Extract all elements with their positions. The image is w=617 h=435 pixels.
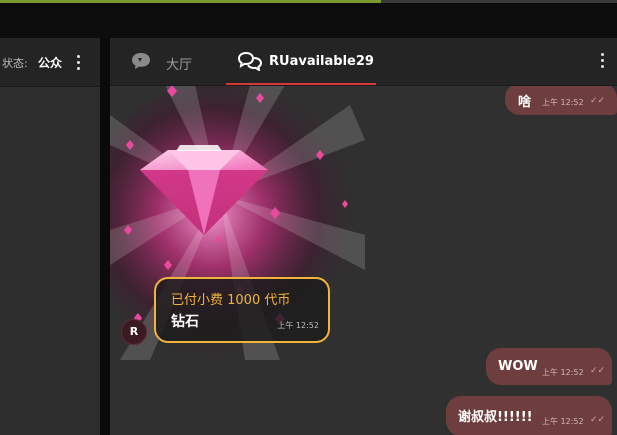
chat-panel: 大厅 RUavailable29 啥 上午 12:52 ✓✓ R 已付小费 10… [110, 38, 617, 435]
tab-private-chat[interactable]: RUavailable29 [226, 38, 376, 85]
message-time: 上午 12:52 [542, 98, 584, 107]
tab-hall[interactable]: 大厅 [130, 38, 222, 85]
message-bubble-outgoing[interactable]: 谢叔叔!!!!!! 上午 12:52 ✓✓ [446, 396, 612, 435]
top-bar [0, 0, 617, 38]
tab-private-chat-label: RUavailable29 [269, 54, 374, 69]
more-options-icon[interactable] [76, 55, 80, 71]
message-bubble-outgoing[interactable]: WOW 上午 12:52 ✓✓ [486, 348, 612, 385]
tip-gift-name: 钻石 [171, 314, 199, 330]
tip-time: 上午 12:52 [277, 321, 319, 330]
read-ticks-icon: ✓✓ [590, 366, 606, 376]
message-time: 上午 12:52 [542, 417, 584, 426]
chat-tabs: 大厅 RUavailable29 [110, 38, 617, 86]
message-text: 啥 [518, 95, 532, 110]
tip-notification-card: 已付小费 1000 代币 钻石 上午 12:52 [154, 277, 330, 343]
two-chat-bubbles-icon [237, 51, 263, 71]
sender-avatar[interactable]: R [121, 319, 147, 345]
status-label: 状态: [2, 57, 28, 70]
progress-track [381, 0, 617, 3]
read-ticks-icon: ✓✓ [590, 415, 606, 425]
panel-divider[interactable] [100, 38, 110, 435]
chat-more-options-icon[interactable] [600, 53, 604, 69]
active-tab-indicator [226, 83, 376, 85]
progress-fill [0, 0, 381, 3]
message-text: 谢叔叔!!!!!! [458, 410, 533, 425]
left-panel-header: 状态: 公众 [0, 38, 100, 87]
tab-hall-label: 大厅 [166, 58, 193, 73]
tip-amount-text: 已付小费 1000 代币 [171, 293, 291, 308]
read-ticks-icon: ✓✓ [590, 96, 606, 106]
message-time: 上午 12:52 [542, 368, 584, 377]
chat-bubble-icon [132, 53, 150, 69]
message-text: WOW [498, 359, 538, 374]
message-bubble-outgoing[interactable]: 啥 上午 12:52 ✓✓ [505, 83, 617, 115]
left-panel: 状态: 公众 [0, 38, 100, 435]
status-value[interactable]: 公众 [38, 54, 62, 71]
